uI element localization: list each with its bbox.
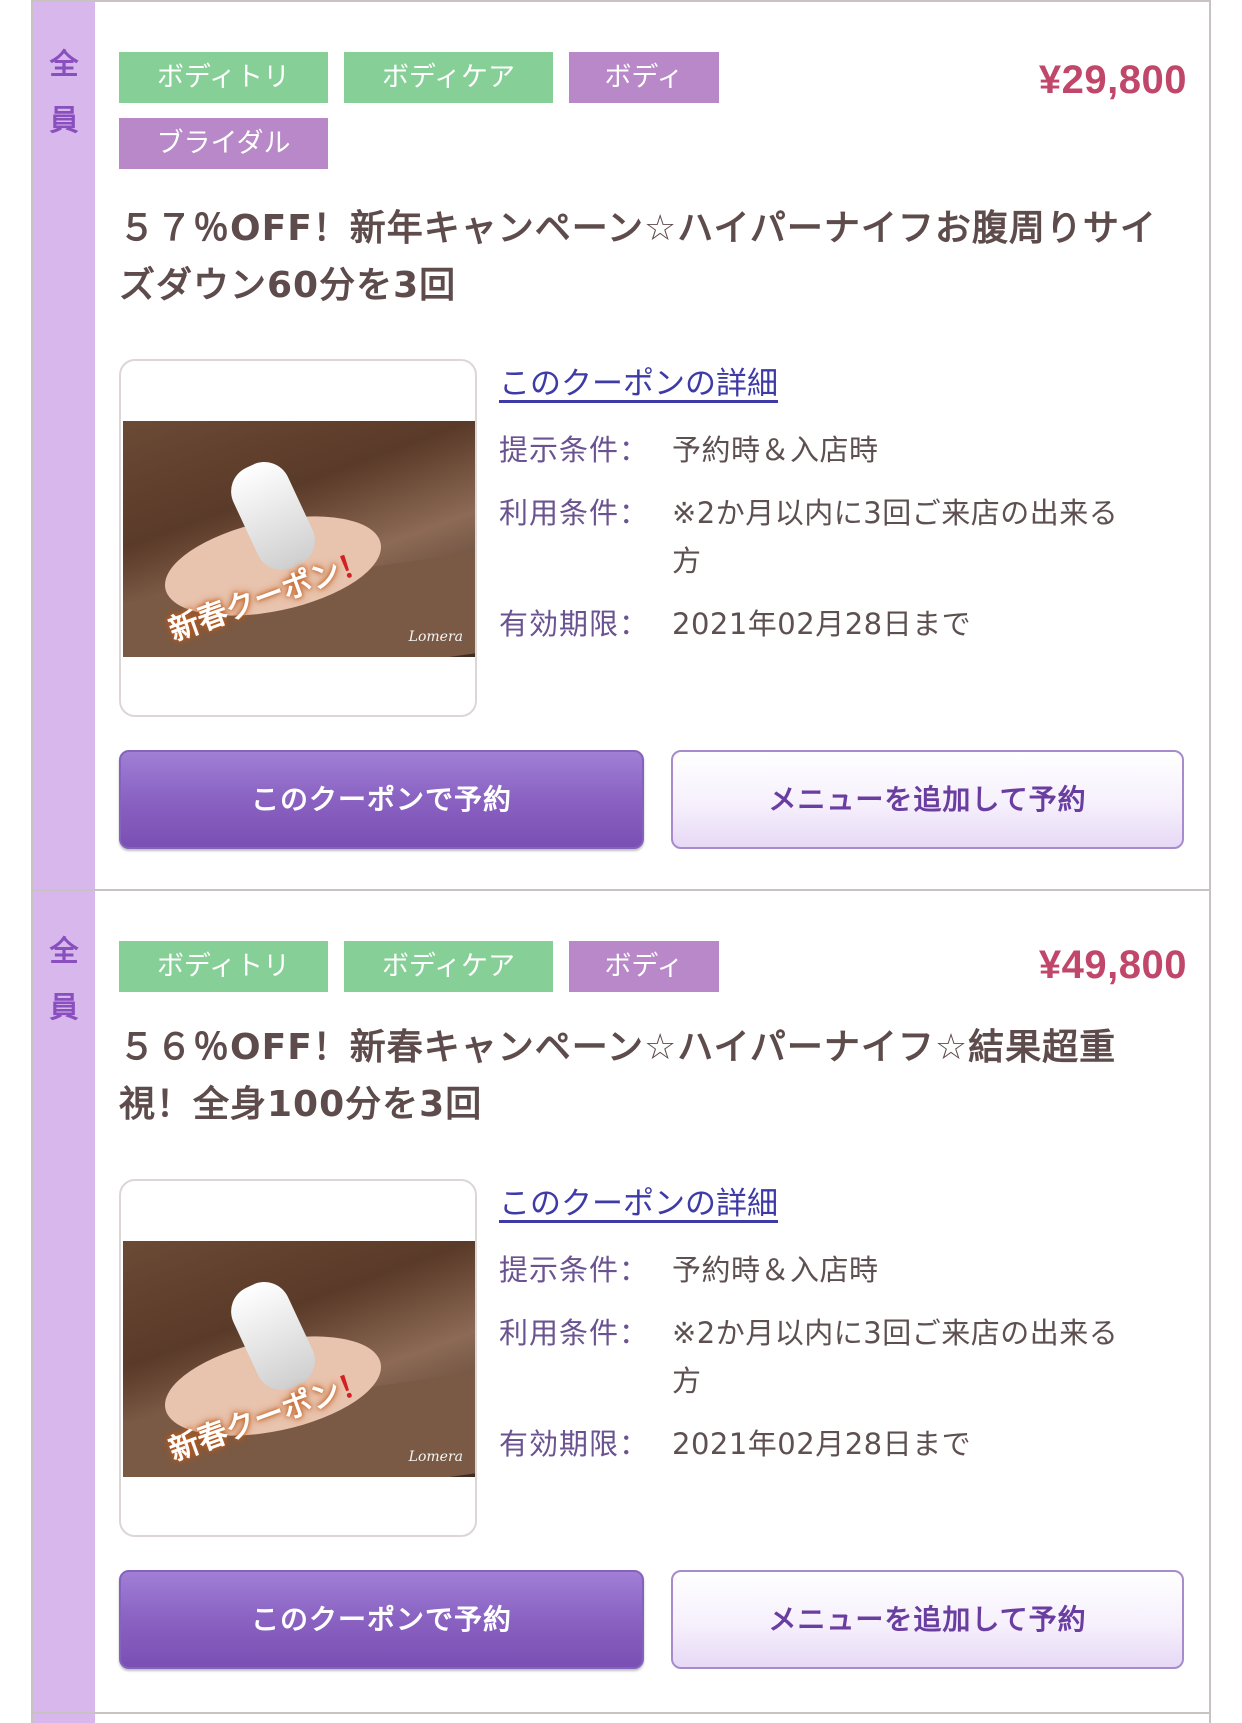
detail-label: 有効期限：: [499, 1427, 650, 1461]
audience-strip: 全 員: [33, 2, 95, 889]
category-tags: ボディトリ ボディケア ボディ ブライダル: [119, 52, 739, 184]
salon-logo: Lomera: [408, 1449, 463, 1465]
detail-label: 提示条件：: [499, 1253, 650, 1287]
detail-row-presentation: 提示条件： 予約時＆入店時: [499, 1246, 1119, 1294]
tag-body-trim: ボディトリ: [119, 52, 328, 103]
detail-row-expiry: 有効期限： 2021年02月28日まで: [499, 1420, 1119, 1468]
book-with-coupon-button[interactable]: このクーポンで予約: [119, 1570, 644, 1669]
detail-label: 利用条件：: [499, 1316, 650, 1350]
coupon-details: このクーポンの詳細 提示条件： 予約時＆入店時 利用条件： ※2か月以内に3回ご…: [499, 364, 1119, 663]
detail-value: 2021年02月28日まで: [672, 1427, 972, 1461]
detail-row-conditions: 利用条件： ※2か月以内に3回ご来店の出来る方: [499, 489, 1119, 585]
coupon-card: 全 員 ボディトリ ボディケア ボディ ブライダル ¥29,800 ５７％OFF…: [33, 0, 1209, 891]
add-menu-book-button[interactable]: メニューを追加して予約: [671, 1570, 1184, 1669]
coupon-price: ¥29,800: [1038, 58, 1187, 102]
book-with-coupon-button[interactable]: このクーポンで予約: [119, 750, 644, 849]
detail-row-expiry: 有効期限： 2021年02月28日まで: [499, 600, 1119, 648]
coupon-card-partial: [33, 1714, 1209, 1723]
detail-row-presentation: 提示条件： 予約時＆入店時: [499, 426, 1119, 474]
coupon-detail-link[interactable]: このクーポンの詳細: [499, 364, 1119, 404]
detail-row-conditions: 利用条件： ※2か月以内に3回ご来店の出来る方: [499, 1309, 1119, 1405]
detail-label: 利用条件：: [499, 496, 650, 530]
coupon-content: ボディトリ ボディケア ボディ ブライダル ¥29,800 ５７％OFF！新年キ…: [119, 2, 1209, 889]
coupon-photo: 新春クーポン！ Lomera: [123, 1241, 475, 1477]
coupon-list: 全 員 ボディトリ ボディケア ボディ ブライダル ¥29,800 ５７％OFF…: [31, 0, 1211, 1723]
add-menu-book-button[interactable]: メニューを追加して予約: [671, 750, 1184, 849]
salon-logo: Lomera: [408, 629, 463, 645]
audience-strip: [33, 1714, 95, 1723]
audience-char: 全: [49, 47, 79, 81]
tag-body: ボディ: [569, 941, 719, 992]
tag-body-care: ボディケア: [344, 941, 553, 992]
detail-label: 提示条件：: [499, 433, 650, 467]
tag-body-care: ボディケア: [344, 52, 553, 103]
coupon-price: ¥49,800: [1038, 943, 1187, 987]
audience-label: 全 員: [33, 923, 95, 1035]
coupon-image-frame: 新春クーポン！ Lomera: [119, 359, 477, 717]
detail-value: ※2か月以内に3回ご来店の出来る方: [672, 1316, 1119, 1398]
audience-strip: 全 員: [33, 891, 95, 1712]
coupon-image-frame: 新春クーポン！ Lomera: [119, 1179, 477, 1537]
audience-char: 員: [49, 990, 79, 1024]
detail-value: 予約時＆入店時: [672, 433, 879, 467]
coupon-content: ボディトリ ボディケア ボディ ¥49,800 ５６％OFF！新春キャンペーン☆…: [119, 891, 1209, 1712]
coupon-card: 全 員 ボディトリ ボディケア ボディ ¥49,800 ５６％OFF！新春キャン…: [33, 891, 1209, 1714]
coupon-title: ５６％OFF！新春キャンペーン☆ハイパーナイフ☆結果超重視！全身100分を3回: [119, 1027, 1117, 1125]
tag-bridal: ブライダル: [119, 118, 328, 169]
detail-value: 予約時＆入店時: [672, 1253, 879, 1287]
tag-body: ボディ: [569, 52, 719, 103]
coupon-photo: 新春クーポン！ Lomera: [123, 421, 475, 657]
detail-value: ※2か月以内に3回ご来店の出来る方: [672, 496, 1119, 578]
audience-char: 員: [49, 103, 79, 137]
detail-value: 2021年02月28日まで: [672, 607, 972, 641]
audience-char: 全: [49, 934, 79, 968]
coupon-details: このクーポンの詳細 提示条件： 予約時＆入店時 利用条件： ※2か月以内に3回ご…: [499, 1184, 1119, 1483]
coupon-title: ５７％OFF！新年キャンペーン☆ハイパーナイフお腹周りサイズダウン60分を3回: [119, 208, 1157, 306]
coupon-detail-link[interactable]: このクーポンの詳細: [499, 1184, 1119, 1224]
detail-label: 有効期限：: [499, 607, 650, 641]
tag-body-trim: ボディトリ: [119, 941, 328, 992]
category-tags: ボディトリ ボディケア ボディ: [119, 941, 739, 1007]
audience-label: 全 員: [33, 36, 95, 148]
